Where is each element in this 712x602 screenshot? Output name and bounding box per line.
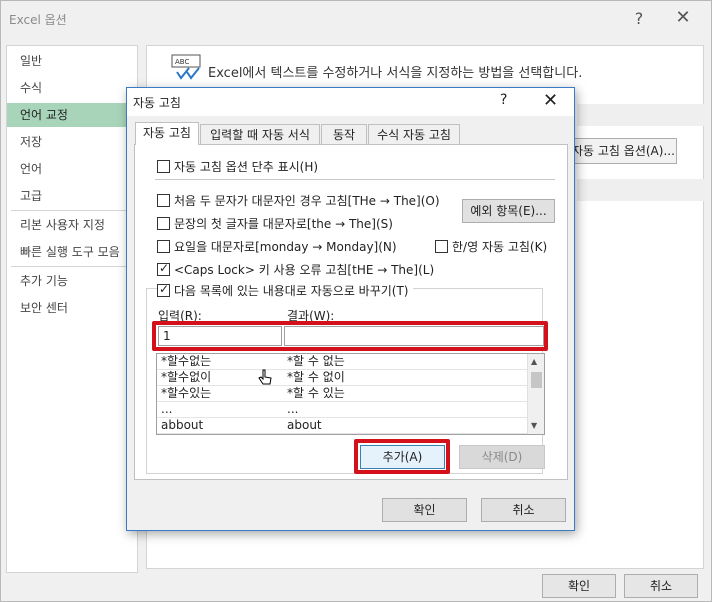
window-title: Excel 옵션 xyxy=(9,13,67,27)
dialog-help-button[interactable]: ? xyxy=(500,92,507,108)
mouse-cursor-icon xyxy=(258,369,272,385)
list-scrollbar[interactable]: ▲ ▼ xyxy=(527,354,544,434)
sidebar-divider xyxy=(11,266,134,267)
dialog-close-button[interactable]: ✕ xyxy=(543,90,558,111)
list-item-replace: *할수있는 xyxy=(161,386,212,400)
list-item[interactable]: *할수없이 *할 수 없이 xyxy=(157,370,527,386)
dialog-title: 자동 고침 xyxy=(133,96,181,110)
show-buttons-checkbox[interactable] xyxy=(157,160,170,173)
show-buttons-option[interactable]: 자동 고침 옵션 단추 표시(H) xyxy=(157,158,318,175)
add-button[interactable]: 추가(A) xyxy=(360,445,445,469)
options-sidebar: 일반 수식 언어 교정 저장 언어 고급 리본 사용자 지정 빠른 실행 도구 … xyxy=(6,45,138,573)
capitalize-sentences-checkbox[interactable] xyxy=(157,217,170,230)
sidebar-divider xyxy=(11,210,134,211)
sidebar-item-formulas[interactable]: 수식 xyxy=(7,76,138,100)
with-input[interactable] xyxy=(284,326,544,346)
korean-english-label: 한/영 자동 고침(K) xyxy=(452,240,548,254)
list-item-with: about xyxy=(287,418,322,432)
two-initial-caps-checkbox[interactable] xyxy=(157,194,170,207)
caps-lock-checkbox[interactable] xyxy=(157,261,170,276)
dialog-cancel-button[interactable]: 취소 xyxy=(481,498,566,522)
help-button[interactable]: ? xyxy=(629,9,649,28)
show-buttons-label: 자동 고침 옵션 단추 표시(H) xyxy=(174,160,319,174)
replace-input[interactable] xyxy=(158,326,282,346)
section-header-bar xyxy=(577,179,704,201)
sidebar-item-add-ins[interactable]: 추가 기능 xyxy=(7,269,138,293)
list-item-with: *할 수 없는 xyxy=(287,354,345,368)
section-header-bar xyxy=(577,104,704,126)
exceptions-button[interactable]: 예외 항목(E)... xyxy=(462,199,555,223)
capitalize-sentences-label: 문장의 첫 글자를 대문자로[the → The](S) xyxy=(174,217,393,231)
replace-as-type-option[interactable]: 다음 목록에 있는 내용대로 자동으로 바꾸기(T) xyxy=(157,282,413,299)
list-item[interactable]: *할수있는 *할 수 있는 xyxy=(157,386,527,402)
divider xyxy=(155,179,555,180)
korean-english-checkbox[interactable] xyxy=(435,240,448,253)
cancel-button[interactable]: 취소 xyxy=(624,574,698,598)
svg-text:ABC: ABC xyxy=(175,58,189,66)
with-label: 결과(W): xyxy=(287,309,335,323)
korean-english-option[interactable]: 한/영 자동 고침(K) xyxy=(435,238,547,255)
autocorrect-options-button[interactable]: 자동 고침 옵션(A)... xyxy=(567,138,677,164)
caps-lock-label: <Caps Lock> 키 사용 오류 고침[tHE → The](L) xyxy=(174,263,435,277)
tab-autoformat-as-you-type[interactable]: 입력할 때 자동 서식 xyxy=(200,124,320,144)
sidebar-item-save[interactable]: 저장 xyxy=(7,130,138,154)
sidebar-item-language[interactable]: 언어 xyxy=(7,157,138,181)
tab-autocorrect[interactable]: 자동 고침 xyxy=(135,122,199,145)
list-item[interactable]: abbout about xyxy=(157,418,527,434)
replace-as-type-label: 다음 목록에 있는 내용대로 자동으로 바꾸기(T) xyxy=(174,284,409,298)
capitalize-days-label: 요일을 대문자로[monday → Monday](N) xyxy=(174,240,397,254)
list-item-with: *할 수 있는 xyxy=(287,386,345,400)
list-item-with: *할 수 없이 xyxy=(287,370,345,384)
tab-math-autocorrect[interactable]: 수식 자동 고침 xyxy=(368,124,460,144)
list-item-replace: abbout xyxy=(161,418,204,432)
ok-button[interactable]: 확인 xyxy=(542,574,616,598)
list-item-with: ... xyxy=(287,402,299,416)
dialog-titlebar: 자동 고침 ? ✕ xyxy=(127,88,574,116)
replace-as-type-checkbox[interactable] xyxy=(157,282,170,297)
proofing-icon: ABC xyxy=(171,54,201,80)
capitalize-days-option[interactable]: 요일을 대문자로[monday → Monday](N) xyxy=(157,238,397,255)
replace-label: 입력(R): xyxy=(158,309,202,323)
caps-lock-option[interactable]: <Caps Lock> 키 사용 오류 고침[tHE → The](L) xyxy=(157,261,434,278)
sidebar-item-customize-ribbon[interactable]: 리본 사용자 지정 xyxy=(7,213,138,237)
delete-button[interactable]: 삭제(D) xyxy=(459,445,545,469)
dialog-ok-button[interactable]: 확인 xyxy=(382,498,467,522)
capitalize-days-checkbox[interactable] xyxy=(157,240,170,253)
sidebar-item-advanced[interactable]: 고급 xyxy=(7,184,138,208)
scroll-down-icon[interactable]: ▼ xyxy=(531,421,537,430)
scrollbar-thumb[interactable] xyxy=(531,372,542,388)
capitalize-sentences-option[interactable]: 문장의 첫 글자를 대문자로[the → The](S) xyxy=(157,215,393,232)
sidebar-item-quick-access-toolbar[interactable]: 빠른 실행 도구 모음 xyxy=(7,240,138,264)
sidebar-item-general[interactable]: 일반 xyxy=(7,49,138,73)
tab-actions[interactable]: 동작 xyxy=(321,124,367,144)
proofing-description: Excel에서 텍스트를 수정하거나 서식을 지정하는 방법을 선택합니다. xyxy=(208,66,583,81)
close-button[interactable]: ✕ xyxy=(673,7,693,28)
list-item-replace: *할수없는 xyxy=(161,354,212,368)
sidebar-item-proofing[interactable]: 언어 교정 xyxy=(7,103,138,127)
scroll-up-icon[interactable]: ▲ xyxy=(531,357,537,366)
two-initial-caps-label: 처음 두 문자가 대문자인 경우 고침[THe → The](O) xyxy=(174,194,440,208)
autocorrect-dialog: 자동 고침 ? ✕ 자동 고침 입력할 때 자동 서식 동작 수식 자동 고침 … xyxy=(126,87,575,531)
sidebar-item-trust-center[interactable]: 보안 센터 xyxy=(7,296,138,320)
two-initial-caps-option[interactable]: 처음 두 문자가 대문자인 경우 고침[THe → The](O) xyxy=(157,192,440,209)
list-item-replace: ... xyxy=(161,402,173,416)
list-item[interactable]: *할수없는 *할 수 없는 xyxy=(157,354,527,370)
list-item[interactable]: ... ... xyxy=(157,402,527,418)
autocorrect-list[interactable]: *할수없는 *할 수 없는 *할수없이 *할 수 없이 *할수있는 *할 수 있… xyxy=(156,353,545,435)
